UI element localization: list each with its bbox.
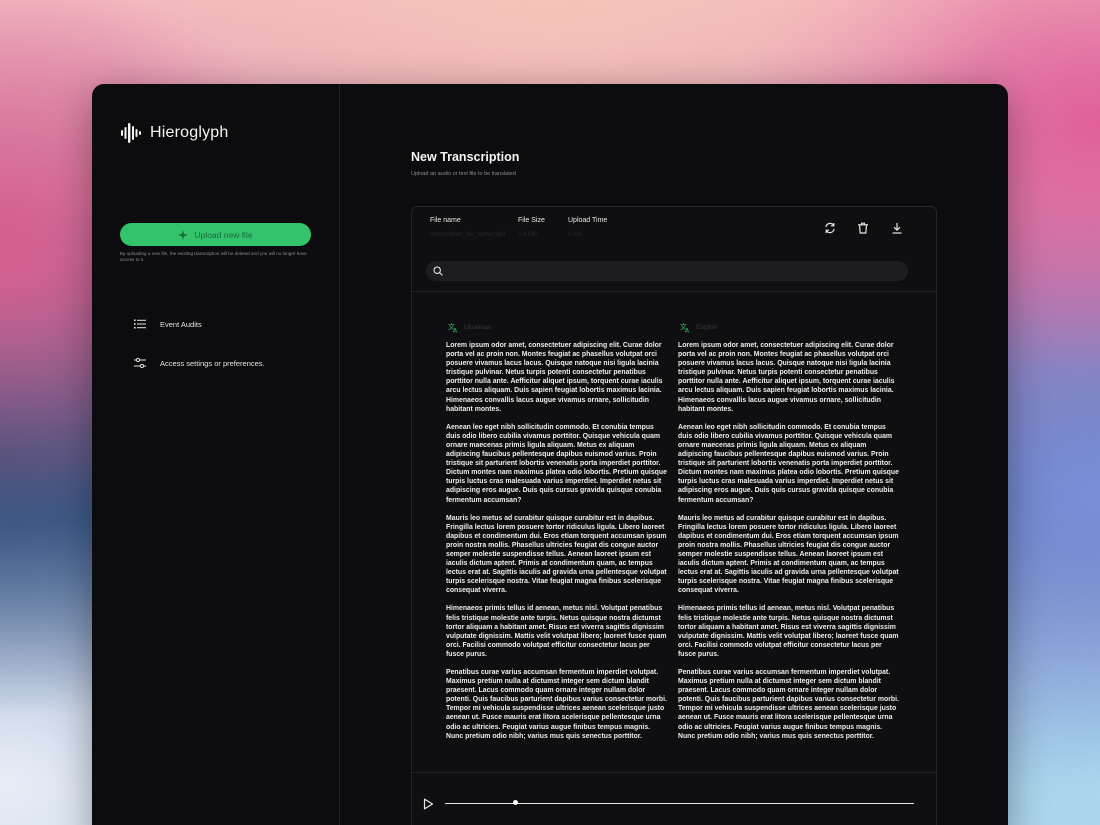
upload-warning-text: By uploading a new file, the existing tr… (120, 251, 307, 262)
transcript-paragraph: Himenaeos primis tellus id aenean, metus… (446, 605, 667, 658)
sidebar: Hieroglyph Upload new file By uploading … (92, 84, 340, 825)
translate-icon: 文 A (680, 322, 690, 334)
file-size-header: File Size (518, 217, 545, 224)
sidebar-item-settings[interactable]: Access settings or preferences. (134, 357, 265, 369)
transcript-paragraph: Himenaeos primis tellus id aenean, metus… (678, 605, 899, 658)
target-language-label: 文 A English (680, 322, 900, 333)
transcription-panel: File name File Size Upload Time transcri… (411, 206, 937, 825)
transcript-paragraph: Aenean leo eget nibh sollicitudin commod… (446, 423, 667, 504)
svg-text:A: A (453, 328, 458, 334)
translate-icon: 文 A (448, 322, 458, 334)
transcript-paragraph: Aenean leo eget nibh sollicitudin commod… (678, 423, 899, 504)
upload-time-value: 2 min (568, 232, 583, 238)
target-transcript-column: 文 A English Lorem ipsum odor amet, conse… (678, 322, 900, 750)
svg-text:A: A (685, 328, 690, 334)
upload-new-file-button[interactable]: Upload new file (120, 223, 311, 246)
target-language-name: English (696, 324, 718, 331)
file-name-header: File name (430, 217, 461, 224)
brand-name: Hieroglyph (150, 124, 229, 141)
file-name-value: transcription_file_name.mp3 (430, 232, 506, 238)
progress-handle[interactable] (512, 800, 518, 805)
download-icon (892, 223, 902, 234)
transcript-paragraph: Mauris leo metus ad curabitur quisque cu… (678, 514, 899, 595)
refresh-button[interactable] (822, 220, 838, 236)
source-language-name: Ukrainian (464, 324, 492, 331)
upload-button-label: Upload new file (194, 229, 253, 240)
transcript-paragraph: Penatibus curae varius accumsan fermentu… (678, 669, 899, 740)
main-content: New Transcription Upload an audio or tex… (341, 84, 1008, 825)
app-window: Hieroglyph Upload new file By uploading … (92, 84, 1008, 825)
page-subtitle: Upload an audio or text file to be trans… (411, 171, 516, 177)
sparkle-icon (178, 229, 189, 240)
sidebar-item-event-audits[interactable]: Event Audits (134, 318, 202, 330)
search-bar (426, 261, 908, 281)
upload-time-header: Upload Time (568, 217, 608, 224)
play-button[interactable] (422, 798, 434, 810)
delete-button[interactable] (855, 220, 871, 236)
search-input[interactable] (426, 261, 908, 281)
brand: Hieroglyph (120, 122, 228, 144)
download-button[interactable] (889, 220, 905, 236)
transcript-paragraph: Lorem ipsum odor amet, consectetuer adip… (678, 342, 895, 413)
transcript-paragraph: Penatibus curae varius accumsan fermentu… (446, 669, 667, 740)
list-icon (134, 319, 146, 329)
sidebar-item-label: Access settings or preferences. (160, 358, 265, 368)
trash-icon (858, 222, 868, 234)
transcript-paragraph: Lorem ipsum odor amet, consectetuer adip… (446, 342, 663, 413)
play-icon (423, 798, 434, 810)
source-transcript-column: 文 A Ukrainian Lorem ipsum odor amet, con… (446, 322, 668, 750)
audio-player (412, 773, 936, 825)
sidebar-item-label: Event Audits (160, 319, 202, 329)
file-size-value: 2.4 MB (518, 232, 538, 238)
source-language-label: 文 A Ukrainian (448, 322, 668, 333)
waveform-logo-icon (121, 123, 141, 143)
page-title: New Transcription (411, 150, 520, 164)
sliders-icon (134, 357, 146, 369)
search-icon (433, 266, 443, 276)
refresh-icon (825, 222, 835, 234)
panel-divider (412, 291, 936, 292)
transcript-paragraph: Mauris leo metus ad curabitur quisque cu… (446, 514, 667, 595)
